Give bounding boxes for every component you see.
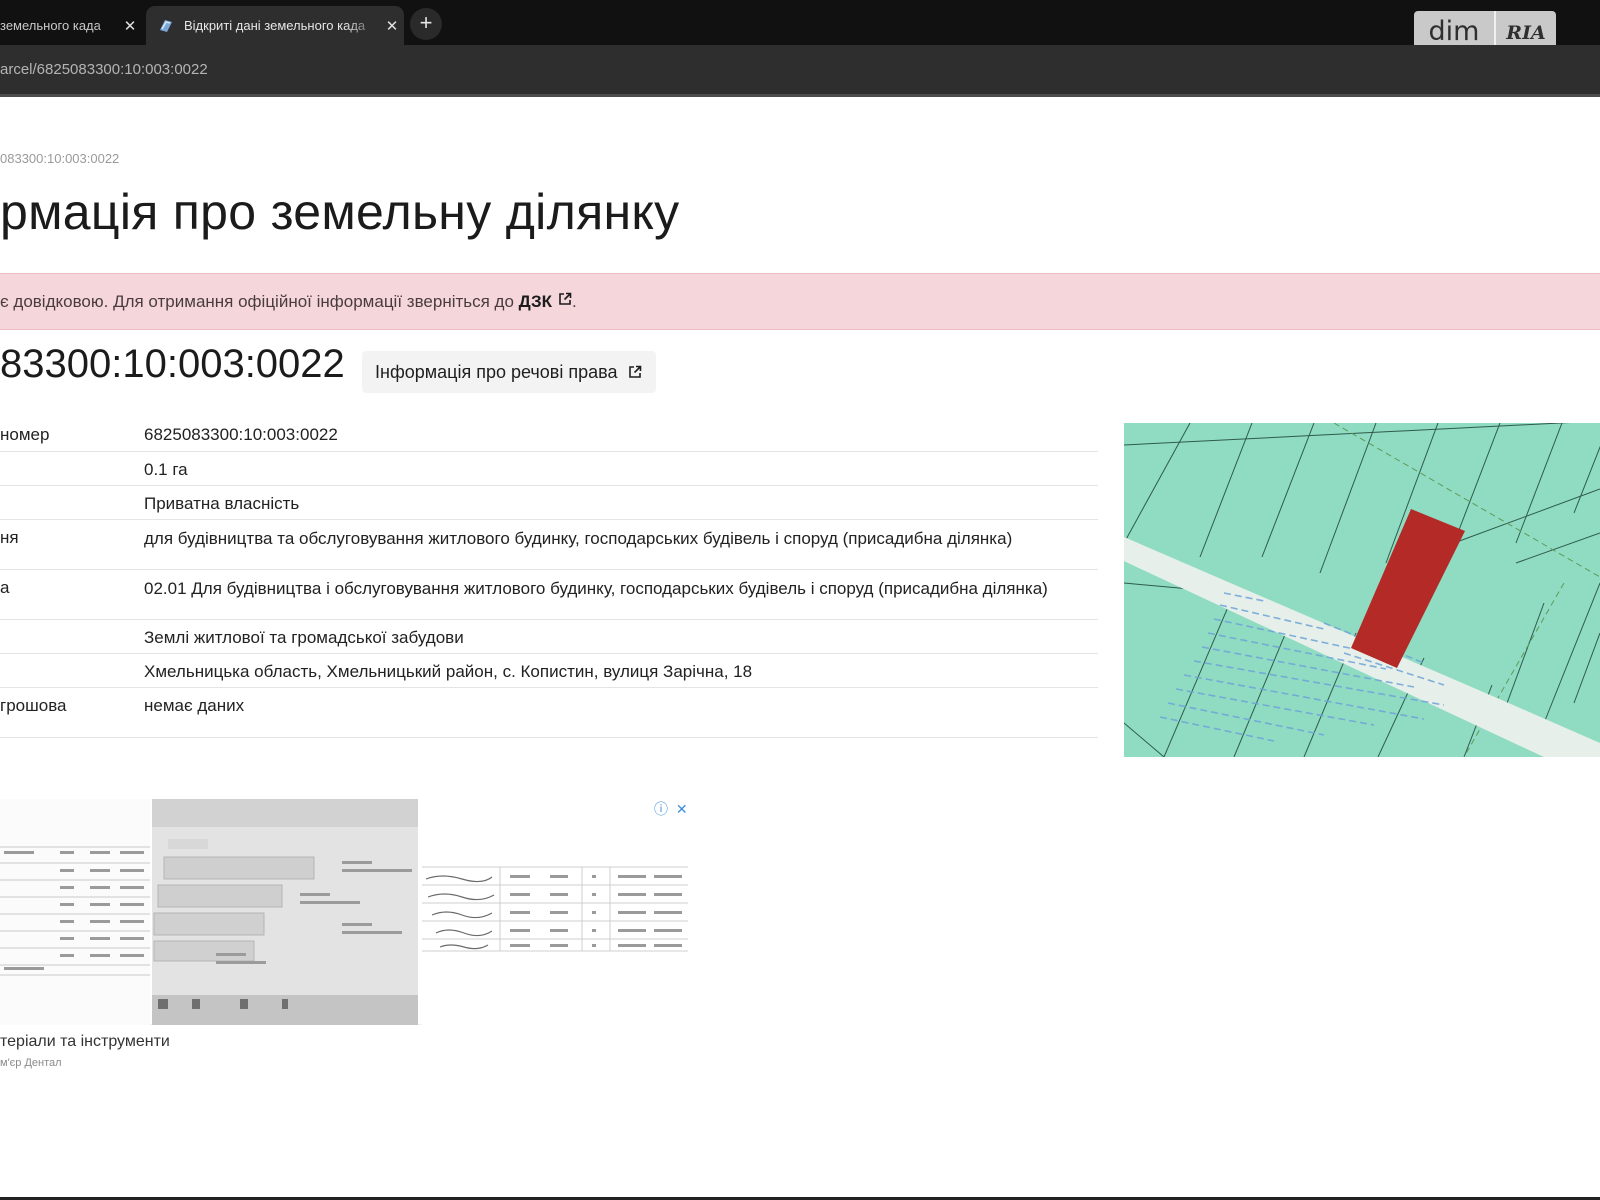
disclaimer-alert: є довідковою. Для отримання офіційної ін… <box>0 273 1600 330</box>
tab-title: земельного када <box>0 18 101 33</box>
table-row: 0.1 га <box>0 452 1098 486</box>
row-value: для будівництва та обслуговування житлов… <box>144 529 1013 548</box>
ad-caption[interactable]: теріали та інструменти <box>0 1033 170 1051</box>
row-value: немає даних <box>144 696 245 715</box>
browser-tab-bar: земельного када ✕ Відкриті дані земельно… <box>0 0 1600 54</box>
row-value: 6825083300:10:003:0022 <box>144 425 338 444</box>
dzk-link-label[interactable]: ДЗК <box>519 292 552 311</box>
alert-text: є довідковою. Для отримання офіційної ін… <box>0 292 519 311</box>
row-label: ня <box>0 528 19 547</box>
external-link-icon <box>628 365 641 378</box>
browser-tab-inactive[interactable]: земельного када ✕ <box>0 6 142 45</box>
ad-controls: ⓘ ✕ <box>654 799 688 819</box>
property-rights-button[interactable]: Інформація про речові права <box>362 351 656 393</box>
row-label: а <box>0 578 10 597</box>
url-text[interactable]: arcel/6825083300:10:003:0022 <box>0 61 208 78</box>
ad-image-product[interactable] <box>152 799 418 1025</box>
plus-icon[interactable]: + <box>410 8 442 40</box>
alert-text-container: є довідковою. Для отримання офіційної ін… <box>0 292 577 312</box>
favicon-icon <box>158 18 174 34</box>
tab-title: Відкриті дані земельного када <box>184 18 366 33</box>
row-value: 0.1 га <box>144 460 188 479</box>
close-icon[interactable]: ✕ <box>118 17 142 35</box>
cadastral-map[interactable] <box>1124 423 1600 757</box>
row-label: номер <box>0 425 50 444</box>
ad-product-graphic <box>152 799 418 1025</box>
ad-table-graphic <box>0 846 150 976</box>
close-icon[interactable]: ✕ <box>676 801 688 817</box>
table-row: номер 6825083300:10:003:0022 <box>0 417 1098 452</box>
parcel-info-table: номер 6825083300:10:003:0022 0.1 га Прив… <box>0 417 1098 738</box>
row-value: Хмельницька область, Хмельницький район,… <box>144 662 753 681</box>
row-value: 02.01 Для будівництва і обслуговування ж… <box>144 579 1048 598</box>
map-canvas[interactable] <box>1124 423 1600 757</box>
advertisement-block[interactable]: ⓘ ✕ <box>0 799 688 1025</box>
row-value: Землі житлової та громадської забудови <box>144 628 464 647</box>
ad-source[interactable]: м'єр Дентал <box>0 1057 62 1069</box>
alert-suffix: . <box>572 292 577 311</box>
cadastral-number-heading: 83300:10:003:0022 <box>0 342 345 386</box>
table-row: ня для будівництва та обслуговування жит… <box>0 520 1098 570</box>
table-row: а 02.01 Для будівництва і обслуговування… <box>0 570 1098 620</box>
page-content: 083300:10:003:0022 рмація про земельну д… <box>0 97 1600 1200</box>
row-value: Приватна власність <box>144 494 300 513</box>
info-icon[interactable]: ⓘ <box>654 801 668 817</box>
table-row: Приватна власність <box>0 486 1098 520</box>
table-row: Хмельницька область, Хмельницький район,… <box>0 654 1098 688</box>
ad-image-table-left[interactable] <box>0 799 150 1025</box>
ad-image-table-right[interactable] <box>422 799 688 1025</box>
breadcrumb[interactable]: 083300:10:003:0022 <box>0 151 119 166</box>
external-link-icon <box>559 292 572 305</box>
close-icon[interactable]: ✕ <box>380 17 404 35</box>
logo-ria-text: RIA <box>1506 21 1546 44</box>
property-rights-label: Інформація про речові права <box>375 361 618 382</box>
dzk-link[interactable]: ДЗК <box>519 292 572 311</box>
browser-tab-active[interactable]: Відкриті дані земельного када ✕ <box>146 6 404 45</box>
page-title: рмація про земельну ділянку <box>0 184 680 240</box>
table-row: грошова немає даних <box>0 688 1098 738</box>
address-bar[interactable]: arcel/6825083300:10:003:0022 <box>0 45 1600 96</box>
row-label: грошова <box>0 696 67 715</box>
ad-specs-graphic <box>422 866 688 952</box>
table-row: Землі житлової та громадської забудови <box>0 620 1098 654</box>
